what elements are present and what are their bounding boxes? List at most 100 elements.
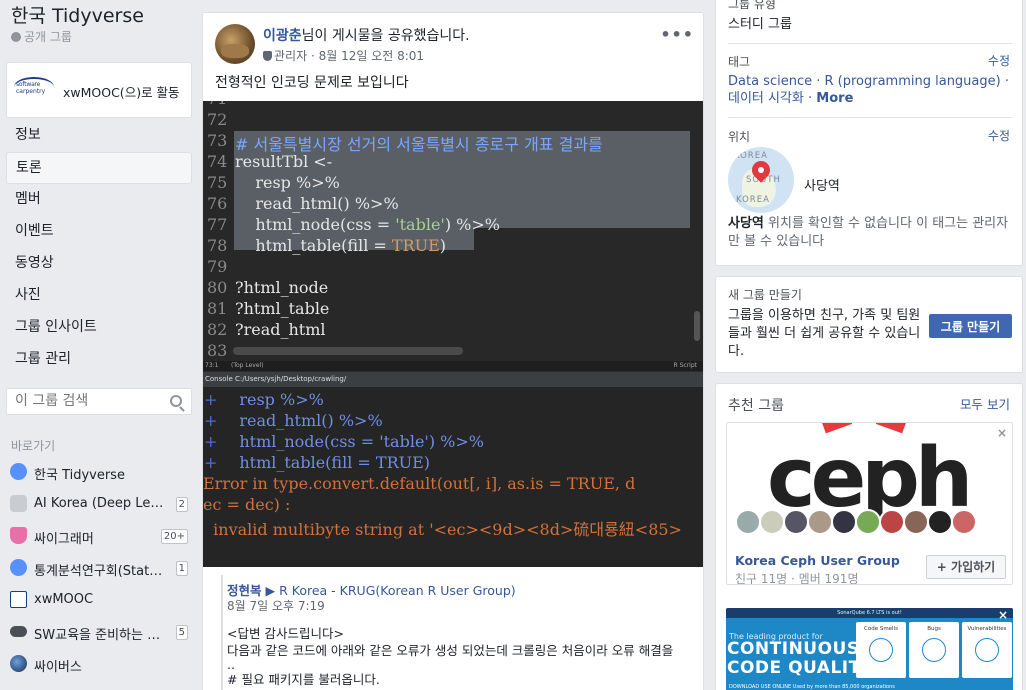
bugs-icon: Bugs (909, 622, 959, 678)
group-type-label: 그룹 유형 (728, 0, 776, 11)
group-nav: 정보 토론 멤버 이벤트 동영상 사진 그룹 인사이트 그룹 관리 (6, 120, 192, 376)
planet-icon (10, 655, 27, 672)
rstudio-console: + + + + resp %>% read_html() %>% html_no… (203, 387, 703, 567)
tags-list[interactable]: Data science · R (programming language) … (728, 73, 1012, 107)
shortcut-item[interactable]: SW교육을 준비하는 사람들 5 (10, 620, 190, 644)
place-note: 사당역 위치를 확인할 수 없습니다 이 태그는 관리자만 볼 수 있습니다 (728, 216, 1009, 249)
recommended-groups-card: 추천 그룹 모두 보기 ceph × Korea Ceph User Group… (715, 383, 1023, 690)
create-group-title: 새 그룹 만들기 (728, 288, 802, 302)
gamepad-icon (10, 626, 27, 637)
create-group-button[interactable]: 그룹 만들기 (929, 314, 1012, 338)
recommended-group-name[interactable]: Korea Ceph User Group (735, 553, 900, 568)
divider (728, 43, 1012, 44)
shortcut-label: xwMOOC (34, 592, 94, 607)
nav-item-events[interactable]: 이벤트 (6, 216, 192, 248)
group-cover-image[interactable]: ceph × (727, 423, 1012, 546)
code-line: resp %>% (235, 173, 340, 192)
rstudio-editor: 71 72 73 74 75 76 77 78 79 80 81 82 83 #… (203, 101, 703, 361)
console-line: read_html() %>% (219, 411, 383, 430)
acting-as-label: xwMOOC(으)로 활동 (63, 85, 180, 100)
shared-post: 이광춘님이 게시물을 공유했습니다. 관리자 · 8월 12일 오전 8:01 … (202, 12, 704, 690)
shortcut-count: 2 (175, 497, 188, 512)
nav-item-videos[interactable]: 동영상 (6, 248, 192, 280)
shortcut-item[interactable]: 통계분석연구회(Statistics) 1 (10, 556, 190, 580)
shortcut-label: 싸이버스 (34, 660, 82, 675)
group-title[interactable]: 한국 Tidyverse (11, 1, 144, 28)
close-icon[interactable]: × (997, 426, 1007, 440)
nav-item-members[interactable]: 멤버 (6, 184, 192, 216)
shortcut-item[interactable]: xwMOOC (10, 588, 190, 612)
post-text: 전형적인 인코딩 문제로 보입니다 (215, 75, 409, 91)
reply-text-line: <답변 감사드립니다> (227, 626, 344, 641)
location-label: 위치 (728, 130, 751, 144)
line-number: 81 (207, 299, 228, 318)
line-number: 79 (207, 257, 228, 276)
line-number: 83 (207, 341, 228, 360)
banner-text: SonarQube 6.7 LTS is out! (726, 608, 1013, 618)
reply-timestamp[interactable]: 8월 7일 오후 7:19 (227, 597, 325, 614)
edit-location-link[interactable]: 수정 (988, 127, 1010, 144)
search-icon[interactable] (170, 395, 182, 407)
divider (728, 117, 1012, 118)
editor-statusbar: 73:1 (Top Level) R Script (203, 361, 703, 371)
line-number: 82 (207, 320, 228, 339)
group-icon (10, 559, 27, 576)
nav-item-insights[interactable]: 그룹 인사이트 (6, 312, 192, 344)
post-options-button[interactable]: ••• (660, 25, 694, 44)
post-timestamp[interactable]: 8월 12일 오전 8:01 (319, 49, 424, 63)
recommended-group-item[interactable]: SonarQube 6.7 LTS is out! The leading pr… (726, 608, 1013, 690)
tags-label: 태그 (728, 55, 751, 69)
group-search-input[interactable] (15, 393, 163, 409)
nav-item-discussion[interactable]: 토론 (6, 152, 192, 184)
location-map[interactable]: KOREA SOUTH KOREA (728, 147, 794, 213)
shortcut-label: AI Korea (Deep Learning) (34, 496, 164, 511)
logo-icon (10, 591, 27, 608)
code-screenshot-image[interactable]: 71 72 73 74 75 76 77 78 79 80 81 82 83 #… (203, 101, 703, 567)
nav-item-photos[interactable]: 사진 (6, 280, 192, 312)
shortcut-item[interactable]: 싸이그래머 20+ (10, 524, 190, 548)
console-error: Error in type.convert.default(out[, i], … (203, 474, 636, 493)
nav-item-manage[interactable]: 그룹 관리 (6, 344, 192, 376)
console-error: ec = dec) : (203, 495, 291, 514)
post-action: 님이 게시물을 공유했습니다. (301, 28, 470, 44)
author-name[interactable]: 이광춘 (263, 28, 302, 44)
software-carpentry-logo: software carpentry (14, 72, 58, 110)
globe-icon (11, 32, 21, 42)
line-number: 75 (207, 173, 228, 192)
line-number: 78 (207, 236, 228, 255)
console-line: resp %>% (219, 390, 324, 409)
console-line: html_node(css = 'table') %>% (219, 432, 484, 451)
group-info-card: 그룹 유형 스터디 그룹 태그 수정 Data science · R (pro… (715, 0, 1023, 266)
line-number: 77 (207, 215, 228, 234)
post-meta: 관리자 · 8월 12일 오전 8:01 (263, 47, 424, 64)
flask-icon (10, 527, 27, 544)
line-number: 80 (207, 278, 228, 297)
nav-item-about[interactable]: 정보 (6, 120, 192, 152)
shortcut-item[interactable]: 한국 Tidyverse (10, 460, 190, 484)
line-number: 73 (207, 131, 228, 150)
author-avatar[interactable] (215, 24, 255, 64)
join-group-button[interactable]: + 가입하기 (926, 555, 1006, 579)
line-number: 76 (207, 194, 228, 213)
recommended-groups-title: 추천 그룹 (728, 398, 784, 414)
shortcut-item[interactable]: AI Korea (Deep Learning) 2 (10, 492, 190, 516)
banner-text: DOWNLOAD USE ONLINE Used by more than 85… (729, 684, 895, 690)
acting-as-page-selector[interactable]: software carpentry xwMOOC(으)로 활동 (6, 62, 192, 118)
shortcut-count: 20+ (160, 529, 188, 544)
reply-group-link[interactable]: R Korea - KRUG(Korean R User Group) (279, 583, 516, 598)
shortcut-count: 1 (175, 561, 188, 576)
code-line: ?read_html (235, 320, 326, 339)
see-all-link[interactable]: 모두 보기 (960, 394, 1010, 413)
code-line: read_html() %>% (235, 194, 399, 213)
reply-author-name[interactable]: 정현복 (227, 583, 262, 598)
shortcut-item[interactable]: 싸이버스 (10, 652, 190, 676)
group-privacy-label: 공개 그룹 (24, 30, 72, 44)
edit-tags-link[interactable]: 수정 (988, 52, 1010, 69)
close-icon[interactable]: × (998, 608, 1008, 622)
group-type-value: 스터디 그룹 (728, 17, 792, 32)
shield-icon (263, 51, 272, 61)
place-name[interactable]: 사당역 (804, 175, 840, 194)
tags-more-link[interactable]: More (816, 91, 853, 106)
group-icon (10, 463, 27, 480)
console-line: html_table(fill = TRUE) (219, 453, 431, 472)
